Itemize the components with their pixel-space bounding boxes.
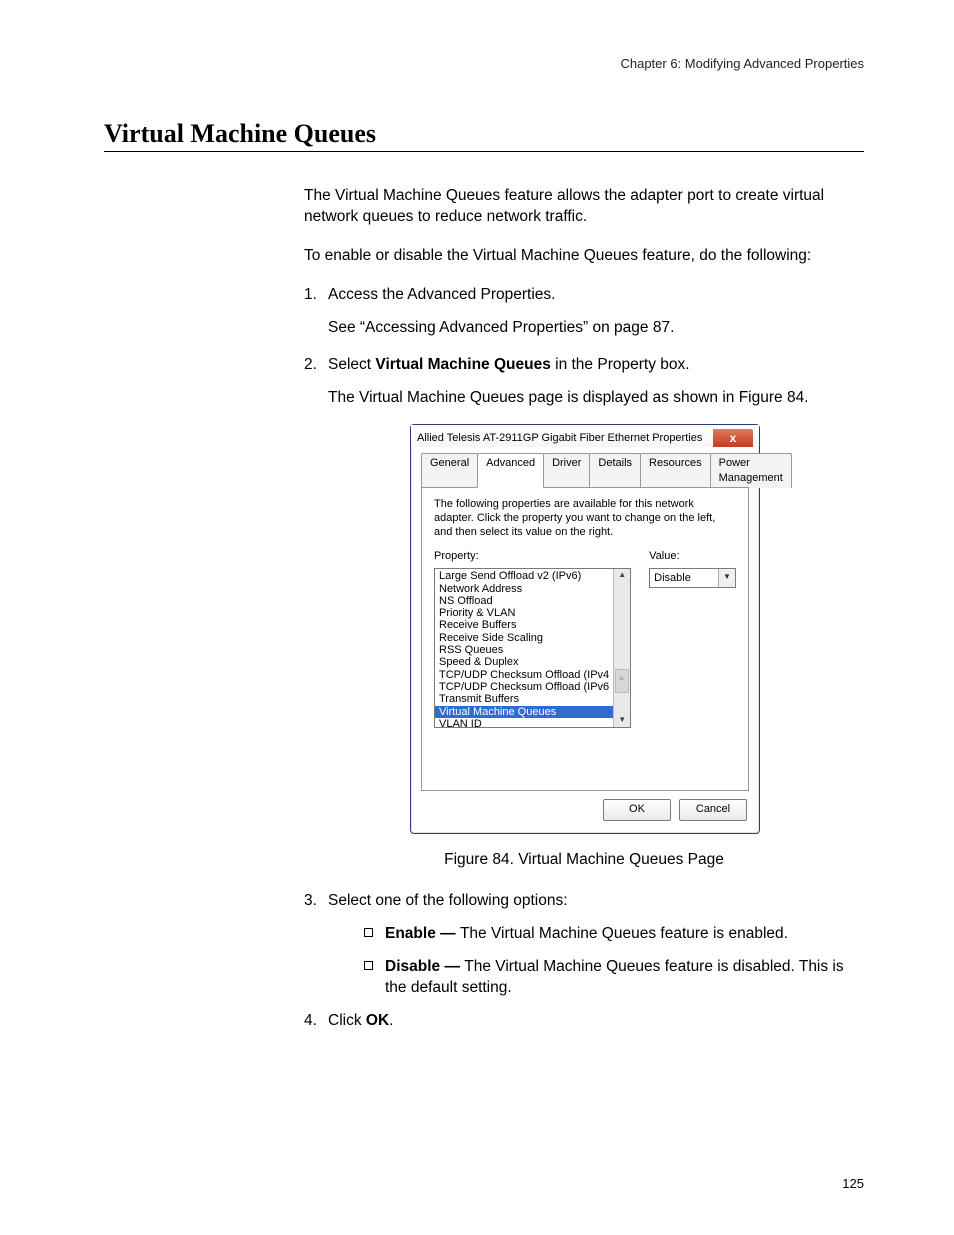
value-label: Value: xyxy=(649,549,736,564)
step-3-text: Select one of the following options: xyxy=(328,891,864,912)
option-enable: Enable — The Virtual Machine Queues feat… xyxy=(364,924,864,945)
tab-advanced[interactable]: Advanced xyxy=(477,453,544,488)
dialog-title: Allied Telesis AT-2911GP Gigabit Fiber E… xyxy=(417,429,713,446)
tab-power-management[interactable]: Power Management xyxy=(710,453,792,488)
property-list-items[interactable]: Large Send Offload v2 (IPv6)Network Addr… xyxy=(435,569,613,727)
page-number: 125 xyxy=(842,1176,864,1191)
tab-driver[interactable]: Driver xyxy=(543,453,590,488)
list-item[interactable]: Large Send Offload v2 (IPv6) xyxy=(435,570,613,582)
list-item[interactable]: NS Offload xyxy=(435,595,613,607)
option-enable-rest: The Virtual Machine Queues feature is en… xyxy=(460,925,788,942)
step-3: 3. Select one of the following options: xyxy=(304,891,864,912)
option-disable: Disable — The Virtual Machine Queues fea… xyxy=(364,957,864,999)
dialog-description: The following properties are available f… xyxy=(434,498,736,539)
list-item[interactable]: Speed & Duplex xyxy=(435,656,613,668)
properties-dialog: Allied Telesis AT-2911GP Gigabit Fiber E… xyxy=(410,424,760,834)
step-3-number: 3. xyxy=(304,891,328,912)
value-dropdown-text: Disable xyxy=(650,571,718,586)
page-chapter-header: Chapter 6: Modifying Advanced Properties xyxy=(104,56,864,71)
bullet-icon xyxy=(364,961,373,970)
step-2-subtext: The Virtual Machine Queues page is displ… xyxy=(328,388,864,409)
step-1-subtext: See “Accessing Advanced Properties” on p… xyxy=(328,318,864,339)
tab-pane-advanced: The following properties are available f… xyxy=(421,487,749,791)
ok-button[interactable]: OK xyxy=(603,799,671,821)
figure-caption: Figure 84. Virtual Machine Queues Page xyxy=(304,850,864,871)
step-1-number: 1. xyxy=(304,285,328,306)
scroll-down-icon[interactable]: ▼ xyxy=(618,716,626,725)
list-item[interactable]: Receive Buffers xyxy=(435,619,613,631)
tab-bar: General Advanced Driver Details Resource… xyxy=(411,447,759,488)
option-enable-bold: Enable — xyxy=(385,925,460,942)
step-2: 2. Select Virtual Machine Queues in the … xyxy=(304,355,864,376)
bullet-icon xyxy=(364,928,373,937)
list-item[interactable]: Transmit Buffers xyxy=(435,693,613,705)
tab-details[interactable]: Details xyxy=(589,453,641,488)
step-2-number: 2. xyxy=(304,355,328,376)
scroll-thumb[interactable] xyxy=(615,669,629,693)
step-4: 4. Click OK. xyxy=(304,1011,864,1032)
intro-paragraph-1: The Virtual Machine Queues feature allow… xyxy=(304,186,864,228)
value-dropdown[interactable]: Disable ▼ xyxy=(649,568,736,588)
step-2-text: Select Virtual Machine Queues in the Pro… xyxy=(328,355,864,376)
intro-paragraph-2: To enable or disable the Virtual Machine… xyxy=(304,246,864,267)
option-disable-bold: Disable — xyxy=(385,958,464,975)
tab-general[interactable]: General xyxy=(421,453,478,488)
body-column: The Virtual Machine Queues feature allow… xyxy=(304,186,864,1032)
figure-84: Allied Telesis AT-2911GP Gigabit Fiber E… xyxy=(410,424,758,834)
list-item[interactable]: RSS Queues xyxy=(435,644,613,656)
step-2-pre: Select xyxy=(328,356,375,373)
property-column: Property: Large Send Offload v2 (IPv6)Ne… xyxy=(434,549,631,728)
dialog-title-bar: Allied Telesis AT-2911GP Gigabit Fiber E… xyxy=(411,425,759,447)
step-2-post: in the Property box. xyxy=(551,356,690,373)
list-item[interactable]: VLAN ID xyxy=(435,718,613,727)
list-item[interactable]: Network Address xyxy=(435,583,613,595)
list-item[interactable]: TCP/UDP Checksum Offload (IPv6 xyxy=(435,681,613,693)
list-item[interactable]: TCP/UDP Checksum Offload (IPv4 xyxy=(435,669,613,681)
step-4-number: 4. xyxy=(304,1011,328,1032)
chevron-down-icon[interactable]: ▼ xyxy=(718,569,735,587)
cancel-button[interactable]: Cancel xyxy=(679,799,747,821)
step-4-post: . xyxy=(389,1012,393,1029)
value-column: Value: Disable ▼ xyxy=(649,549,736,728)
list-item[interactable]: Receive Side Scaling xyxy=(435,632,613,644)
listbox-scrollbar[interactable]: ▲ ▼ xyxy=(613,569,630,727)
step-2-bold: Virtual Machine Queues xyxy=(375,356,550,373)
step-4-bold: OK xyxy=(366,1012,389,1029)
step-4-text: Click OK. xyxy=(328,1011,864,1032)
step-1-text: Access the Advanced Properties. xyxy=(328,285,864,306)
page: Chapter 6: Modifying Advanced Properties… xyxy=(0,0,954,1235)
option-enable-text: Enable — The Virtual Machine Queues feat… xyxy=(385,924,864,945)
property-label: Property: xyxy=(434,549,631,564)
close-button[interactable]: x xyxy=(713,429,753,447)
step-4-pre: Click xyxy=(328,1012,366,1029)
property-listbox[interactable]: Large Send Offload v2 (IPv6)Network Addr… xyxy=(434,568,631,728)
step-1: 1. Access the Advanced Properties. xyxy=(304,285,864,306)
list-item[interactable]: Priority & VLAN xyxy=(435,607,613,619)
option-disable-text: Disable — The Virtual Machine Queues fea… xyxy=(385,957,864,999)
tab-resources[interactable]: Resources xyxy=(640,453,711,488)
list-item[interactable]: Virtual Machine Queues xyxy=(435,706,613,718)
section-title: Virtual Machine Queues xyxy=(104,119,864,152)
scroll-up-icon[interactable]: ▲ xyxy=(618,571,626,580)
dialog-buttons: OK Cancel xyxy=(411,799,759,833)
